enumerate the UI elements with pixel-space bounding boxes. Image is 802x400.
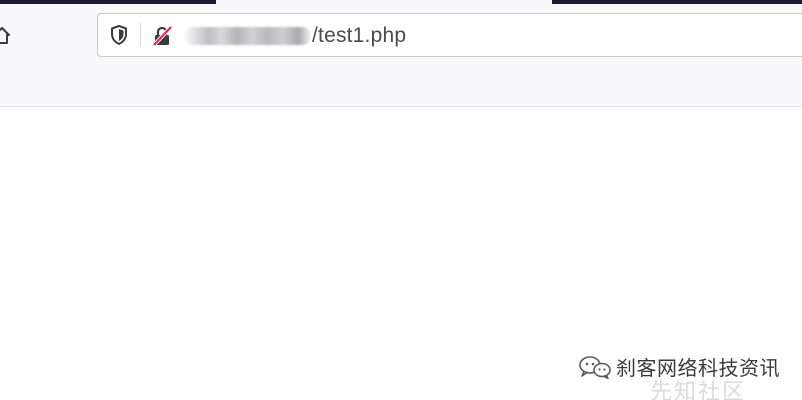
address-bar[interactable]: /test1.php <box>97 13 802 57</box>
home-icon <box>0 27 10 44</box>
navigation-toolbar: /test1.php <box>0 4 802 107</box>
insecure-lock-icon <box>152 25 173 47</box>
watermark-faint-text: 先知社区 <box>650 380 747 400</box>
browser-window: /test1.php 刹客网络科技资讯 先知社区 <box>0 0 802 400</box>
shield-icon <box>111 25 127 45</box>
urlbar-divider <box>140 23 141 47</box>
url-host-redacted <box>183 27 311 45</box>
tracking-protection-button[interactable] <box>110 25 128 45</box>
wechat-icon <box>579 355 611 379</box>
site-info-button[interactable] <box>151 25 173 47</box>
url-path-text: /test1.php <box>312 24 407 47</box>
home-button[interactable] <box>0 24 12 48</box>
